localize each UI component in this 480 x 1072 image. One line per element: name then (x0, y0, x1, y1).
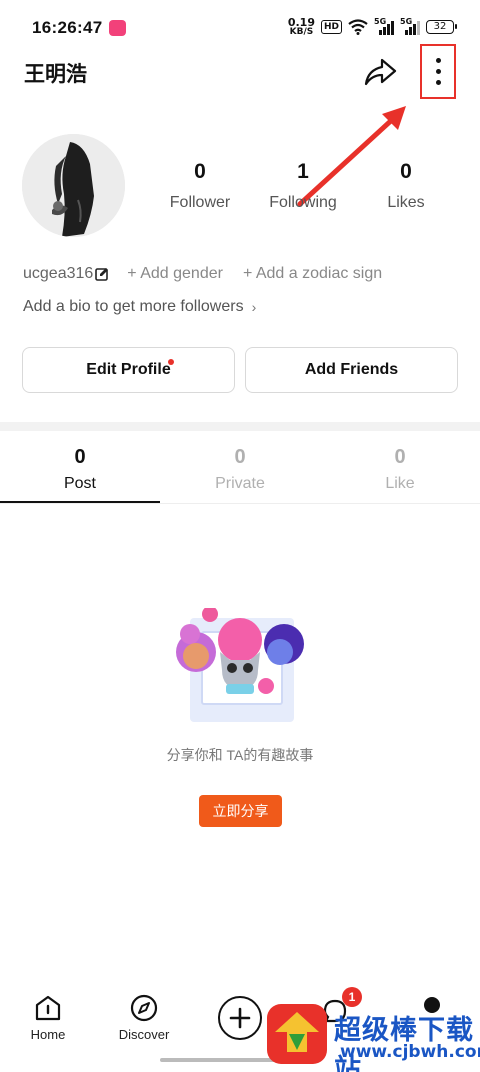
notification-dot (168, 359, 174, 365)
nav-home-label: Home (30, 1027, 66, 1042)
watermark-title: 超级棒下载站 (334, 1015, 474, 1072)
nav-create-button[interactable] (218, 996, 262, 1040)
add-zodiac-link[interactable]: + Add a zodiac sign (243, 265, 382, 283)
tab-post-label: Post (63, 475, 96, 492)
page-title-username: 王明浩 (24, 63, 87, 86)
tab-post[interactable]: 0 Post (0, 446, 160, 493)
empty-state-message: 分享你和 TA的有趣故事 (166, 747, 314, 763)
battery-icon: 32 (426, 19, 457, 34)
tab-private-count: 0 (234, 446, 246, 468)
following-count: 1 (297, 160, 309, 183)
bio-prompt: Add a bio to get more followers (23, 298, 244, 315)
empty-state-illustration (176, 608, 304, 722)
app-notification-icon (109, 20, 126, 36)
share-now-button[interactable]: 立即分享 (199, 795, 282, 827)
share-arrow-icon (364, 58, 397, 86)
watermark-logo-icon (267, 1004, 327, 1064)
status-indicators: 0.19 KB/S HD 5G 5G 32 (288, 17, 457, 37)
nav-discover-label: Discover (118, 1027, 170, 1042)
more-vertical-icon (435, 58, 441, 63)
tab-private[interactable]: 0 Private (160, 446, 320, 493)
more-options-button[interactable] (420, 44, 456, 99)
avatar[interactable] (22, 134, 125, 237)
share-button[interactable] (362, 54, 398, 90)
followers-count: 0 (194, 160, 206, 183)
nav-home[interactable]: Home (8, 994, 88, 1042)
wifi-icon (348, 18, 368, 35)
tab-like[interactable]: 0 Like (320, 446, 480, 493)
inbox-badge: 1 (342, 987, 362, 1007)
section-divider (0, 422, 480, 431)
tab-private-label: Private (215, 475, 265, 492)
add-friends-button[interactable]: Add Friends (245, 347, 458, 393)
tab-like-count: 0 (394, 446, 406, 468)
tab-post-count: 0 (74, 446, 86, 468)
edit-profile-button[interactable]: Edit Profile (22, 347, 235, 393)
home-icon (35, 995, 61, 1021)
likes-label: Likes (387, 194, 425, 211)
stat-likes[interactable]: 0 Likes (356, 160, 456, 212)
profile-info-row: ucgea316 + Add gender + Add a zodiac sig… (23, 265, 402, 283)
add-gender-link[interactable]: + Add gender (127, 265, 223, 283)
network-speed: 0.19 KB/S (288, 17, 315, 37)
hd-icon: HD (320, 19, 342, 34)
following-label: Following (269, 194, 337, 211)
user-id: ucgea316 (23, 265, 94, 282)
edit-profile-label: Edit Profile (86, 361, 171, 378)
plus-icon (229, 1007, 251, 1029)
chevron-right-icon: › (251, 299, 257, 315)
edit-icon[interactable] (95, 267, 109, 281)
add-friends-label: Add Friends (304, 361, 399, 378)
watermark-url: www.cjbwh.com (340, 1042, 480, 1062)
followers-label: Follower (169, 194, 231, 211)
add-bio-link[interactable]: Add a bio to get more followers › (23, 298, 256, 316)
stat-following[interactable]: 1 Following (253, 160, 353, 212)
compass-icon (130, 994, 158, 1022)
network-speed-unit: KB/S (289, 27, 314, 37)
stat-followers[interactable]: 0 Follower (150, 160, 250, 212)
avatar-photo (22, 134, 125, 237)
tabs-divider (0, 503, 480, 504)
status-time: 16:26:47 (32, 18, 103, 37)
signal-2-icon: 5G (400, 17, 420, 35)
likes-count: 0 (400, 160, 412, 183)
signal-1-icon: 5G (374, 17, 394, 35)
status-bar: 16:26:47 0.19 KB/S HD 5G 5G 32 (0, 0, 480, 56)
tab-like-label: Like (385, 475, 415, 492)
nav-discover[interactable]: Discover (104, 994, 184, 1042)
